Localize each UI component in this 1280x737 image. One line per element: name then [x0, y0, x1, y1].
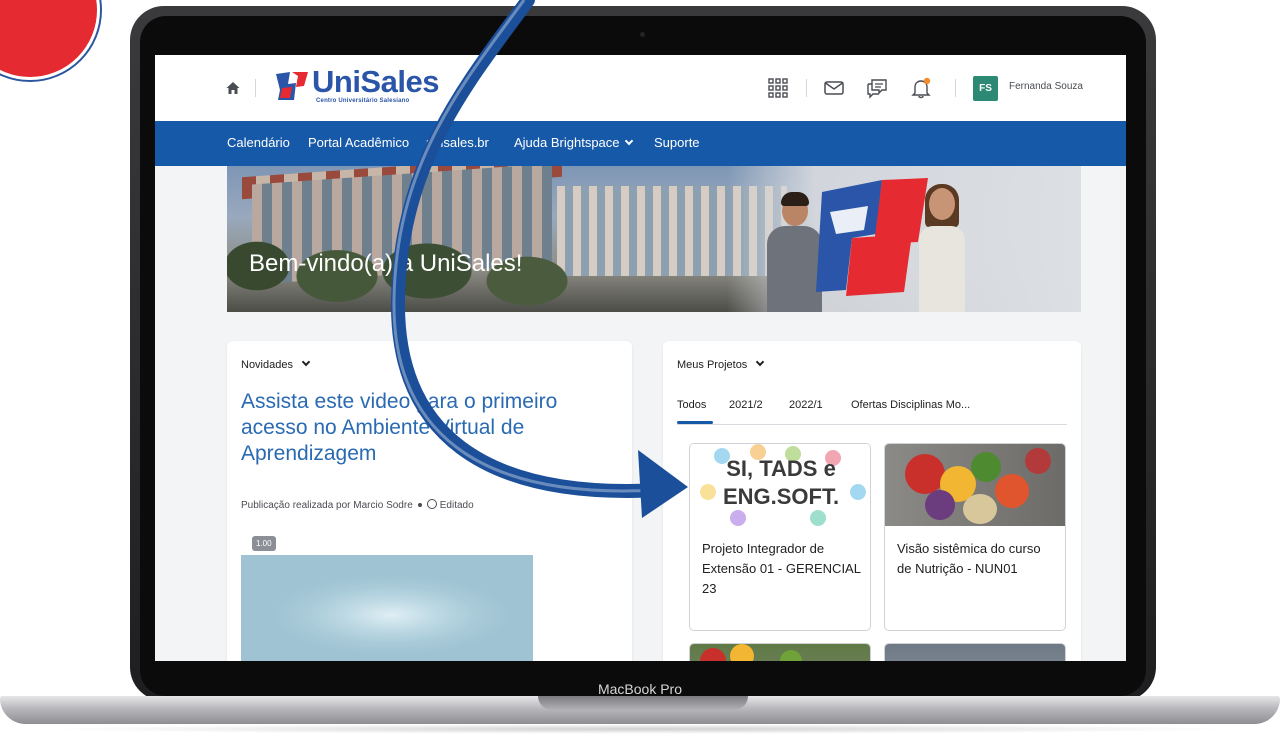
laptop-shadow — [40, 724, 1240, 734]
course-image: SI, TADS e ENG.SOFT. — [690, 444, 870, 526]
browser-screen: UniSales Centro Universitário Salesiano — [155, 55, 1126, 661]
course-image-text-2: ENG.SOFT. — [722, 484, 840, 509]
news-author: Publicação realizada por Marcio Sodre — [241, 500, 413, 511]
projects-header[interactable]: Meus Projetos — [677, 357, 765, 371]
chevron-down-icon — [301, 357, 311, 367]
student-woman — [917, 184, 967, 312]
nav-item-suporte[interactable]: Suporte — [654, 135, 700, 150]
bell-icon[interactable] — [910, 77, 932, 99]
nav-item-calendario[interactable]: Calendário — [227, 135, 290, 150]
course-title: Projeto Integrador de Extensão 01 - GERE… — [702, 541, 861, 596]
nav-item-label: Ajuda Brightspace — [514, 135, 620, 150]
divider — [806, 79, 807, 97]
chat-icon[interactable] — [866, 77, 888, 99]
nav-item-unisales[interactable]: unisales.br — [426, 135, 489, 150]
tab-todos[interactable]: Todos — [677, 399, 706, 411]
unisales-sign — [816, 178, 928, 296]
divider — [955, 79, 956, 97]
course-card[interactable] — [884, 643, 1066, 661]
news-status: Editado — [439, 500, 474, 511]
video-thumbnail[interactable] — [241, 555, 533, 661]
zoom-badge: 1.00 — [252, 536, 276, 551]
nav-bar: Calendário Portal Acadêmico unisales.br … — [155, 121, 1126, 166]
history-icon — [426, 499, 437, 509]
top-header: UniSales Centro Universitário Salesiano — [155, 55, 1126, 121]
device-model-label: MacBook Pro — [597, 681, 683, 697]
unisales-logo[interactable]: UniSales Centro Universitário Salesiano — [274, 64, 444, 107]
course-image — [690, 644, 870, 661]
grid-icon[interactable] — [767, 77, 789, 99]
divider — [255, 79, 256, 97]
course-image — [885, 644, 1065, 661]
separator-dot — [417, 503, 422, 507]
news-widget: Novidades Assista este video para o prim… — [227, 341, 632, 661]
chevron-down-icon — [756, 357, 765, 367]
notification-dot — [923, 77, 931, 85]
welcome-banner: Bem-vindo(a) à UniSales! — [227, 166, 1081, 312]
active-tab-indicator — [677, 421, 713, 424]
course-card[interactable]: SI, TADS e ENG.SOFT. Projeto Integrador … — [689, 443, 871, 631]
news-meta: Publicação realizada por Marcio Sodre Edi… — [241, 498, 474, 511]
tab-2021-2[interactable]: 2021/2 — [729, 399, 763, 411]
laptop-notch — [538, 696, 748, 710]
nav-item-portal-academico[interactable]: Portal Acadêmico — [308, 135, 409, 150]
banner-title: Bem-vindo(a) à UniSales! — [249, 250, 523, 277]
mail-icon[interactable] — [823, 77, 845, 99]
course-image-text-1: SI, TADS e — [726, 456, 836, 481]
tab-2022-1[interactable]: 2022/1 — [789, 399, 823, 411]
chevron-down-icon — [624, 136, 633, 146]
course-card[interactable]: Visão sistêmica do curso de Nutrição - N… — [884, 443, 1066, 631]
projects-header-label: Meus Projetos — [677, 359, 748, 371]
decorative-logo-fragment — [0, 0, 100, 80]
user-name[interactable]: Fernanda Souza — [1009, 81, 1083, 92]
tab-ofertas-disciplinas[interactable]: Ofertas Disciplinas Mo... — [851, 399, 970, 411]
nav-item-ajuda-brightspace[interactable]: Ajuda Brightspace — [514, 135, 633, 150]
camera-icon — [640, 32, 645, 37]
course-card[interactable] — [689, 643, 871, 661]
home-icon[interactable] — [225, 80, 241, 96]
news-header[interactable]: Novidades — [241, 357, 311, 371]
course-image — [885, 444, 1065, 526]
logo-subtitle: Centro Universitário Salesiano — [316, 98, 410, 104]
logo-mark-icon — [276, 72, 308, 100]
projects-tabs: Todos 2021/2 2022/1 Ofertas Disciplinas … — [677, 399, 1067, 425]
logo-text: UniSales — [312, 64, 439, 99]
news-title-link[interactable]: Assista este video para o primeiro acess… — [241, 389, 621, 467]
avatar[interactable]: FS — [973, 76, 998, 101]
news-header-label: Novidades — [241, 359, 293, 371]
course-title: Visão sistêmica do curso de Nutrição - N… — [897, 541, 1041, 576]
